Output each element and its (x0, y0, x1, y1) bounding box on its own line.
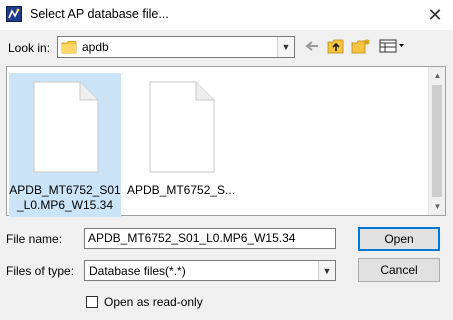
scroll-up-icon[interactable]: ▲ (429, 67, 446, 84)
readonly-label: Open as read-only (104, 295, 203, 309)
file-item[interactable]: APDB_MT6752_S... (125, 73, 237, 217)
view-menu-icon (379, 39, 405, 56)
scroll-down-icon[interactable]: ▼ (429, 198, 446, 215)
vertical-scrollbar[interactable]: ▲ ▼ (428, 67, 445, 215)
back-button[interactable] (302, 38, 322, 56)
readonly-option[interactable]: Open as read-only (86, 295, 203, 309)
new-folder-button[interactable] (351, 38, 371, 56)
cancel-button[interactable]: Cancel (358, 258, 440, 282)
lookin-value: apdb (82, 40, 109, 54)
scroll-thumb[interactable] (432, 85, 442, 197)
filetype-combo[interactable]: Database files(*.*) ▼ (84, 260, 336, 281)
filename-label: File name: (6, 232, 63, 246)
filename-input[interactable]: APDB_MT6752_S01_L0.MP6_W15.34 (84, 228, 336, 249)
chevron-down-icon[interactable]: ▼ (318, 261, 335, 280)
document-icon (149, 81, 215, 176)
file-name: APDB_MT6752_S01_L0.MP6_W15.34 (9, 183, 121, 212)
chevron-down-icon[interactable]: ▼ (277, 37, 294, 57)
filetype-label: Files of type: (6, 264, 75, 278)
app-icon (6, 6, 22, 22)
lookin-combo[interactable]: apdb ▼ (57, 36, 295, 58)
close-icon: ✕ (427, 4, 443, 25)
back-arrow-icon (304, 40, 320, 55)
file-list[interactable]: APDB_MT6752_S01_L0.MP6_W15.34 APDB_MT675… (6, 66, 446, 217)
readonly-checkbox[interactable] (86, 296, 98, 308)
open-button[interactable]: Open (358, 227, 440, 251)
up-folder-icon (327, 38, 345, 57)
window-title: Select AP database file... (30, 7, 169, 21)
file-name: APDB_MT6752_S... (127, 183, 236, 197)
up-folder-button[interactable] (326, 38, 346, 56)
file-item[interactable]: APDB_MT6752_S01_L0.MP6_W15.34 (9, 73, 121, 217)
folder-icon (61, 40, 77, 54)
close-button[interactable]: ✕ (417, 0, 453, 30)
document-icon (33, 81, 99, 176)
lookin-label: Look in: (8, 41, 51, 55)
title-bar: Select AP database file... ✕ (0, 0, 453, 30)
filetype-value: Database files(*.*) (89, 264, 186, 278)
view-menu-button[interactable] (377, 38, 407, 56)
new-folder-icon (351, 38, 371, 57)
